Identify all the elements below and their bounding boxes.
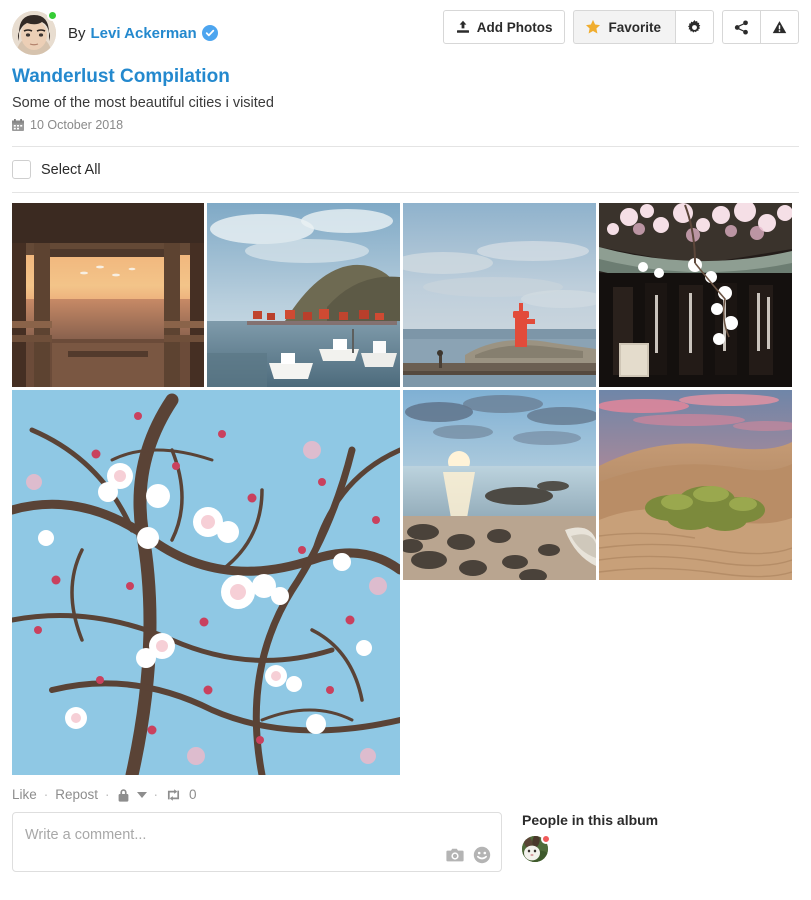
avatar[interactable] (12, 10, 58, 55)
photo-thumbnail-6[interactable] (403, 390, 596, 581)
separator-1: · (43, 787, 49, 803)
verified-badge-icon (201, 25, 218, 41)
favorite-button[interactable]: Favorite (573, 10, 675, 44)
comment-column (12, 812, 502, 873)
presence-online-indicator (47, 10, 58, 21)
album-toolbar: Add Photos Favorite (442, 10, 799, 44)
select-all-label: Select All (41, 161, 101, 178)
calendar-icon (12, 118, 24, 132)
select-all-row: Select All (0, 147, 811, 192)
photo-thumbnail-4[interactable] (599, 203, 792, 388)
warning-icon (772, 20, 787, 35)
album-page: By Levi Ackerman Add Photos Favorite Wan… (0, 0, 811, 900)
photo-thumbnail-3[interactable] (403, 203, 596, 388)
gear-icon (687, 19, 702, 35)
photo-grid-row-2 (12, 390, 799, 776)
add-photos-label: Add Photos (476, 19, 553, 35)
favorite-settings-group: Favorite (573, 10, 714, 44)
select-all-checkbox[interactable] (12, 160, 31, 180)
photo-thumbnail-7[interactable] (599, 390, 792, 581)
add-photos-button[interactable]: Add Photos (442, 10, 566, 44)
author-name-link[interactable]: Levi Ackerman (91, 26, 197, 41)
photo-thumbnail-2[interactable] (207, 203, 400, 388)
album-header: By Levi Ackerman Add Photos Favorite (0, 0, 811, 60)
comment-input[interactable] (13, 813, 501, 848)
album-meta: Wanderlust Compilation Some of the most … (0, 65, 811, 132)
album-date: 10 October 2018 (12, 118, 799, 132)
album-title[interactable]: Wanderlust Compilation (12, 65, 799, 90)
repost-icon[interactable] (165, 788, 182, 802)
upload-icon (456, 20, 470, 34)
share-button[interactable] (722, 10, 760, 44)
people-in-album-title: People in this album (522, 812, 659, 829)
separator-2: · (105, 787, 110, 803)
photo-grid (0, 193, 811, 776)
people-column: People in this album (522, 812, 799, 863)
presence-busy-indicator (541, 834, 551, 845)
share-report-group (722, 10, 799, 44)
people-list (522, 834, 799, 863)
chevron-down-icon[interactable] (136, 791, 147, 798)
photo-grid-row-2b (403, 390, 799, 581)
album-description: Some of the most beautiful cities i visi… (12, 94, 274, 111)
photo-grid-col-left (12, 390, 400, 776)
repost-button[interactable]: Repost (55, 787, 98, 802)
photo-thumbnail-1[interactable] (12, 203, 204, 388)
photo-thumbnail-5[interactable] (12, 390, 400, 776)
bottom-section: People in this album (0, 802, 811, 873)
share-icon (734, 19, 749, 35)
person-item[interactable] (522, 834, 551, 863)
repost-count: 0 (189, 787, 197, 803)
by-label: By (68, 24, 86, 42)
camera-icon[interactable] (446, 847, 464, 863)
album-date-text: 10 October 2018 (30, 118, 124, 133)
separator-3: · (153, 787, 159, 803)
comment-box[interactable] (12, 812, 502, 873)
photo-grid-row-1 (12, 203, 799, 388)
smiley-icon[interactable] (473, 846, 491, 864)
byline: By Levi Ackerman (68, 25, 218, 41)
favorite-label: Favorite (608, 19, 661, 35)
post-actions-bar: Like · Repost · · 0 (0, 775, 811, 802)
star-icon (585, 19, 601, 35)
album-settings-button[interactable] (675, 10, 714, 44)
report-button[interactable] (760, 10, 799, 44)
lock-icon[interactable] (117, 788, 130, 802)
photo-grid-col-right (403, 390, 799, 775)
comment-tools (446, 846, 491, 864)
like-button[interactable]: Like (12, 787, 37, 802)
